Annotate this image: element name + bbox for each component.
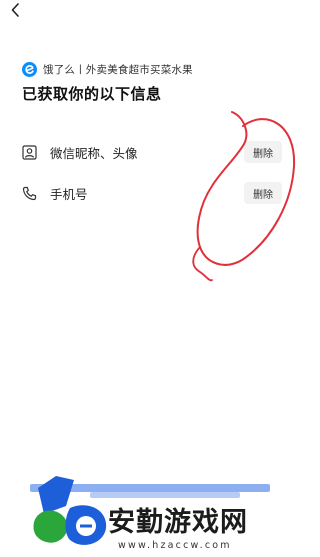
profile-card-icon xyxy=(20,143,38,161)
watermark-url: www.hzaccw.com xyxy=(118,540,232,551)
page-title: 已获取你的以下信息 xyxy=(22,85,162,103)
watermark-text: 安勤游戏网 xyxy=(108,507,248,538)
back-button[interactable] xyxy=(9,2,23,18)
chevron-left-icon xyxy=(11,3,19,17)
red-annotation-circle xyxy=(192,111,296,282)
eleme-logo-icon xyxy=(22,61,37,77)
app-info: 饿了么丨外卖美食超市买菜水果 xyxy=(22,61,193,77)
phone-icon xyxy=(20,184,38,202)
app-name: 饿了么丨外卖美食超市买菜水果 xyxy=(43,63,193,76)
